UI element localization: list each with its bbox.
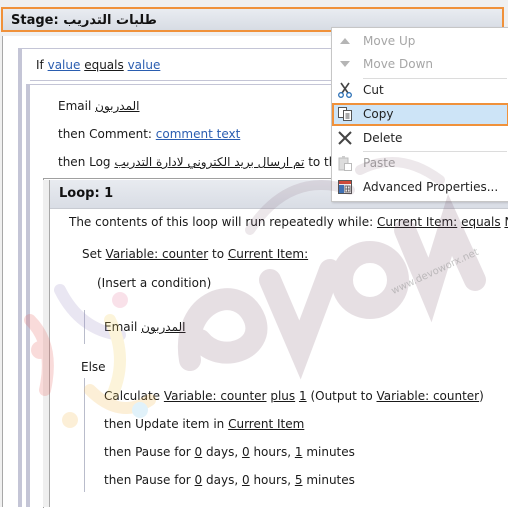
calc-operator[interactable]: plus xyxy=(270,389,295,403)
menu-item-label: Paste xyxy=(363,156,396,170)
arrow-up-icon xyxy=(337,33,353,49)
menu-item-delete[interactable]: Delete xyxy=(332,127,508,150)
arrow-down-icon xyxy=(337,56,353,72)
loop-condition-value[interactable]: No xyxy=(504,215,508,229)
action-verb: then Pause for xyxy=(104,473,191,487)
delete-x-icon xyxy=(337,130,353,146)
action-verb: Calculate xyxy=(104,389,161,403)
insert-condition[interactable]: (Insert a condition) xyxy=(97,276,211,290)
menu-item-label: Move Up xyxy=(363,34,416,48)
if-branch-line xyxy=(84,310,85,344)
comment-text[interactable]: comment text xyxy=(156,127,241,141)
calc-output-var[interactable]: Variable: counter xyxy=(377,389,480,403)
copy-icon xyxy=(337,106,353,122)
else-branch-line xyxy=(84,378,85,492)
loop-condition-operator[interactable]: equals xyxy=(461,215,501,229)
pause-hours[interactable]: 0 xyxy=(242,473,250,487)
action-email: Email المدربون xyxy=(58,99,140,113)
calc-operand2[interactable]: 1 xyxy=(299,389,307,403)
calc-output-suffix: ) xyxy=(479,389,484,403)
menu-item-label: Move Down xyxy=(363,57,433,71)
if-operator[interactable]: equals xyxy=(84,58,124,72)
scissors-icon xyxy=(337,82,353,98)
pause-days[interactable]: 0 xyxy=(195,445,203,459)
pause-action: then Pause for 0 days, 0 hours, 1 minute… xyxy=(104,445,355,459)
log-message[interactable]: تم ارسال بريد الكتروني لادارة التدريب xyxy=(114,155,304,169)
loop-title: Loop: 1 xyxy=(59,186,114,201)
minutes-label: minutes xyxy=(306,445,355,459)
if-block-bar xyxy=(18,48,22,507)
loop-condition-field[interactable]: Current Item: xyxy=(377,215,457,229)
action-verb: then Update item in xyxy=(104,417,225,431)
action-log: then Log تم ارسال بريد الكتروني لادارة ا… xyxy=(58,155,357,169)
else-label: Else xyxy=(81,360,106,374)
menu-item-label: Delete xyxy=(363,131,403,145)
set-variable-action: Set Variable: counter to Current Item: xyxy=(82,247,308,261)
menu-item-label: Copy xyxy=(363,107,394,121)
action-comment: then Comment: comment text xyxy=(58,127,240,141)
actions-bar xyxy=(26,84,30,507)
action-verb: Email xyxy=(104,320,138,334)
context-menu: Move Up Move Down Cut Copy Delete Paste xyxy=(331,27,508,202)
calc-operand1[interactable]: Variable: counter xyxy=(164,389,267,403)
menu-item-move-down[interactable]: Move Down xyxy=(332,53,508,76)
pause-minutes[interactable]: 1 xyxy=(295,445,303,459)
stage-title: Stage: طلبات التدريب xyxy=(11,13,157,28)
email-recipient[interactable]: المدربون xyxy=(95,99,139,113)
set-variable-value[interactable]: Current Item: xyxy=(228,247,308,261)
if-right-operand[interactable]: value xyxy=(128,58,161,72)
update-target[interactable]: Current Item xyxy=(228,417,304,431)
if-keyword: If xyxy=(36,58,44,72)
minutes-label: minutes xyxy=(306,473,355,487)
menu-item-move-up[interactable]: Move Up xyxy=(332,30,508,53)
loop-condition: The contents of this loop will run repea… xyxy=(69,215,508,229)
menu-item-copy[interactable]: Copy xyxy=(332,103,508,126)
menu-item-label: Advanced Properties... xyxy=(363,180,499,194)
loop-side-bar xyxy=(43,180,50,507)
days-label: days, xyxy=(206,445,239,459)
action-verb: then Log xyxy=(58,155,111,169)
hours-label: hours, xyxy=(253,473,292,487)
loop-condition-text: The contents of this loop will run repea… xyxy=(69,215,374,229)
set-to-label: to xyxy=(212,247,225,261)
menu-item-advanced-properties[interactable]: Advanced Properties... xyxy=(332,176,508,199)
pause-hours[interactable]: 0 xyxy=(242,445,250,459)
email-recipient[interactable]: المدربون xyxy=(141,320,185,334)
menu-item-cut[interactable]: Cut xyxy=(332,79,508,102)
action-verb: Set xyxy=(82,247,102,261)
menu-item-paste[interactable]: Paste xyxy=(332,152,508,175)
pause-action: then Pause for 0 days, 0 hours, 5 minute… xyxy=(104,473,355,487)
action-verb: Email xyxy=(58,99,92,113)
if-left-operand[interactable]: value xyxy=(48,58,81,72)
if-condition: If value equals value xyxy=(36,58,160,72)
set-variable-name[interactable]: Variable: counter xyxy=(106,247,209,261)
update-item-action: then Update item in Current Item xyxy=(104,417,304,431)
paste-icon xyxy=(337,155,353,171)
days-label: days, xyxy=(206,473,239,487)
hours-label: hours, xyxy=(253,445,292,459)
menu-item-label: Cut xyxy=(363,83,384,97)
pause-days[interactable]: 0 xyxy=(195,473,203,487)
pause-minutes[interactable]: 5 xyxy=(295,473,303,487)
action-verb: then Comment: xyxy=(58,127,152,141)
properties-icon xyxy=(337,179,353,195)
calculate-action: Calculate Variable: counter plus 1 (Outp… xyxy=(104,389,484,403)
action-verb: then Pause for xyxy=(104,445,191,459)
branch-email-action: Email المدربون xyxy=(104,320,186,334)
calc-output-prefix: (Output to xyxy=(310,389,373,403)
